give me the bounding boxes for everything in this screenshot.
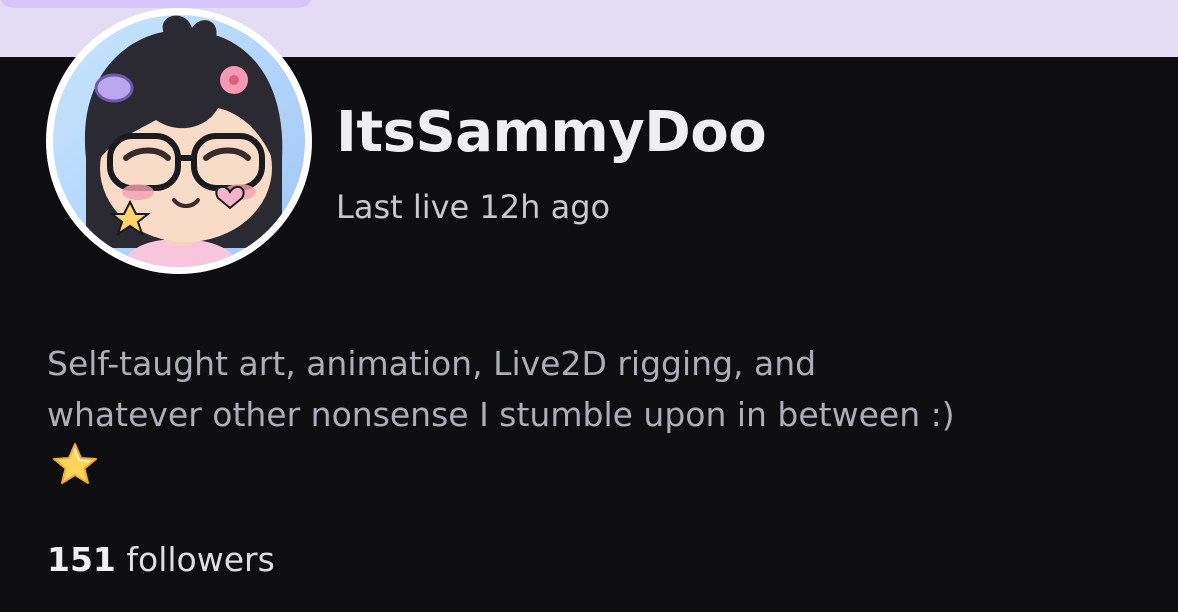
channel-bio: Self-taught art, animation, Live2D riggi… bbox=[47, 338, 1147, 486]
bio-line-1: Self-taught art, animation, Live2D riggi… bbox=[47, 344, 817, 383]
channel-name[interactable]: ItsSammyDoo bbox=[336, 98, 767, 168]
channel-profile-page: ItsSammyDoo Last live 12h ago Self-taugh… bbox=[0, 0, 1178, 612]
bio-line-2: whatever other nonsense I stumble upon i… bbox=[47, 395, 955, 434]
avatar-illustration-icon bbox=[46, 8, 312, 274]
last-live-status: Last live 12h ago bbox=[336, 188, 611, 226]
channel-avatar[interactable] bbox=[46, 8, 312, 274]
follower-count-number: 151 bbox=[47, 540, 116, 579]
follower-count[interactable]: 151 followers bbox=[47, 537, 275, 583]
follower-count-label: followers bbox=[126, 540, 275, 579]
banner-pill bbox=[0, 0, 312, 8]
star-emoji-icon bbox=[53, 443, 97, 484]
